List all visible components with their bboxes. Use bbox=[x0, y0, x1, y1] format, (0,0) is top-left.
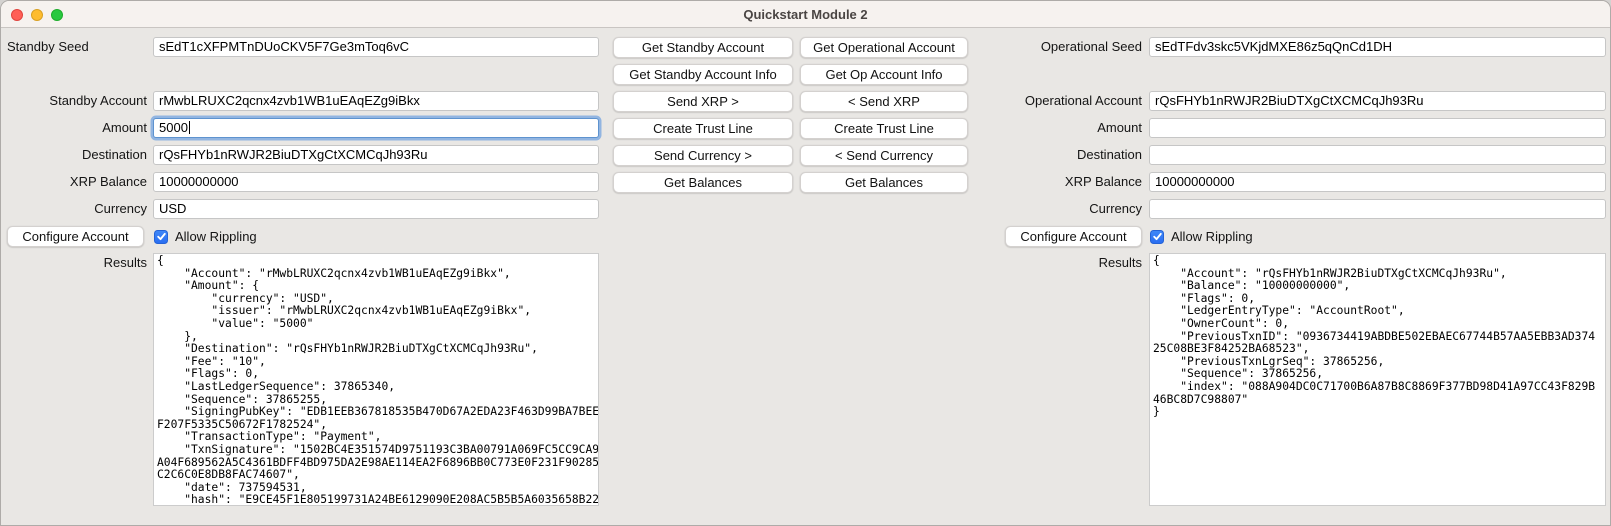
operational-amount-input[interactable] bbox=[1149, 118, 1606, 138]
standby-account-input[interactable]: rMwbLRUXC2qcnx4zvb1WB1uEAqEZg9iBkx bbox=[153, 91, 599, 111]
operational-create-trust-line-button[interactable]: Create Trust Line bbox=[800, 118, 968, 139]
operational-get-balances-button[interactable]: Get Balances bbox=[800, 172, 968, 193]
operational-xrp-balance-label: XRP Balance bbox=[1002, 172, 1142, 192]
send-currency-right-button[interactable]: Send Currency > bbox=[613, 145, 793, 166]
operational-seed-label: Operational Seed bbox=[1002, 37, 1142, 57]
get-standby-account-info-button[interactable]: Get Standby Account Info bbox=[613, 64, 793, 85]
standby-create-trust-line-button[interactable]: Create Trust Line bbox=[613, 118, 793, 139]
operational-results-label: Results bbox=[1002, 253, 1142, 273]
operational-account-input[interactable]: rQsFHYb1nRWJR2BiuDTXgCtXCMCqJh93Ru bbox=[1149, 91, 1606, 111]
standby-seed-label: Standby Seed bbox=[7, 37, 147, 57]
operational-allow-rippling-checkbox[interactable] bbox=[1150, 230, 1164, 244]
get-operational-account-button[interactable]: Get Operational Account bbox=[800, 37, 968, 58]
standby-xrp-balance-label: XRP Balance bbox=[7, 172, 147, 192]
checkmark-icon bbox=[156, 231, 167, 242]
standby-results-text[interactable]: { "Account": "rMwbLRUXC2qcnx4zvb1WB1uEAq… bbox=[153, 253, 599, 506]
operational-destination-label: Destination bbox=[1002, 145, 1142, 165]
standby-currency-input[interactable]: USD bbox=[153, 199, 599, 219]
operational-configure-account-button[interactable]: Configure Account bbox=[1005, 226, 1142, 247]
app-window: Quickstart Module 2 Standby Seed Standby… bbox=[0, 0, 1611, 526]
standby-seed-input[interactable]: sEdT1cXFPMTnDUoCKV5F7Ge3mToq6vC bbox=[153, 37, 599, 57]
operational-allow-rippling-label: Allow Rippling bbox=[1171, 229, 1253, 244]
standby-amount-label: Amount bbox=[7, 118, 147, 138]
operational-seed-input[interactable]: sEdTFdv3skc5VKjdMXE86z5qQnCd1DH bbox=[1149, 37, 1606, 57]
get-standby-account-button[interactable]: Get Standby Account bbox=[613, 37, 793, 58]
get-op-account-info-button[interactable]: Get Op Account Info bbox=[800, 64, 968, 85]
title-bar: Quickstart Module 2 bbox=[1, 1, 1610, 28]
operational-destination-input[interactable] bbox=[1149, 145, 1606, 165]
operational-results-text[interactable]: { "Account": "rQsFHYb1nRWJR2BiuDTXgCtXCM… bbox=[1149, 253, 1606, 506]
operational-currency-input[interactable] bbox=[1149, 199, 1606, 219]
operational-account-label: Operational Account bbox=[1002, 91, 1142, 111]
standby-allow-rippling-row: Allow Rippling bbox=[154, 226, 257, 247]
operational-currency-label: Currency bbox=[1002, 199, 1142, 219]
standby-amount-input[interactable]: 5000 bbox=[153, 118, 599, 138]
window-title: Quickstart Module 2 bbox=[1, 1, 1610, 28]
operational-allow-rippling-row: Allow Rippling bbox=[1150, 226, 1253, 247]
operational-xrp-balance-input[interactable]: 10000000000 bbox=[1149, 172, 1606, 192]
send-currency-left-button[interactable]: < Send Currency bbox=[800, 145, 968, 166]
operational-amount-label: Amount bbox=[1002, 118, 1142, 138]
standby-destination-input[interactable]: rQsFHYb1nRWJR2BiuDTXgCtXCMCqJh93Ru bbox=[153, 145, 599, 165]
standby-account-label: Standby Account bbox=[7, 91, 147, 111]
standby-amount-value: 5000 bbox=[159, 120, 188, 135]
standby-destination-label: Destination bbox=[7, 145, 147, 165]
standby-results-label: Results bbox=[7, 253, 147, 273]
standby-currency-label: Currency bbox=[7, 199, 147, 219]
standby-xrp-balance-input[interactable]: 10000000000 bbox=[153, 172, 599, 192]
send-xrp-right-button[interactable]: Send XRP > bbox=[613, 91, 793, 112]
checkmark-icon bbox=[1152, 231, 1163, 242]
send-xrp-left-button[interactable]: < Send XRP bbox=[800, 91, 968, 112]
standby-allow-rippling-checkbox[interactable] bbox=[154, 230, 168, 244]
text-caret bbox=[189, 121, 190, 134]
standby-configure-account-button[interactable]: Configure Account bbox=[7, 226, 144, 247]
standby-get-balances-button[interactable]: Get Balances bbox=[613, 172, 793, 193]
standby-allow-rippling-label: Allow Rippling bbox=[175, 229, 257, 244]
